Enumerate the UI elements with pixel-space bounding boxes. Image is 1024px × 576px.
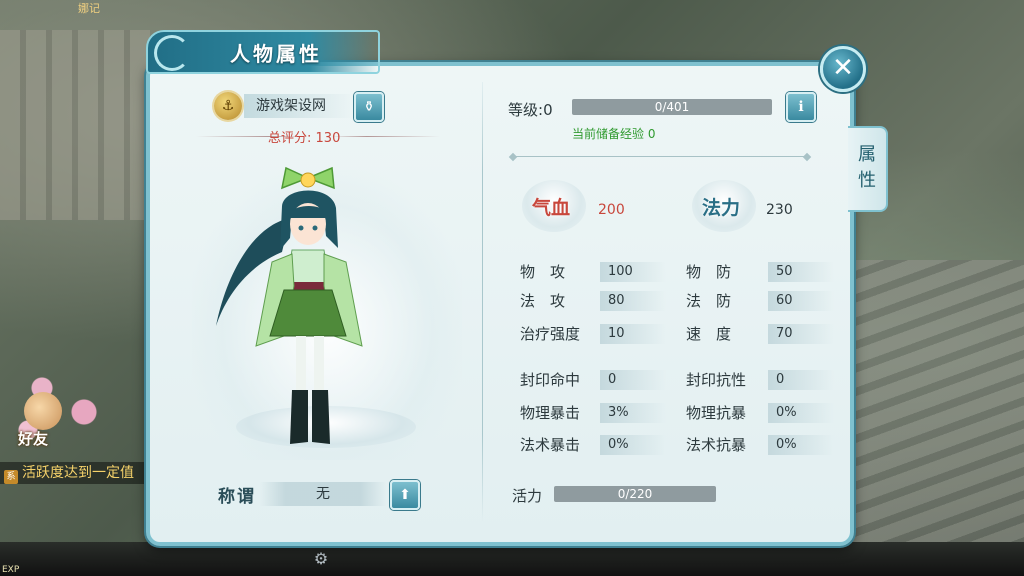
section-divider [508,152,812,162]
panel-title-banner: 人物属性 [146,30,380,74]
tab-attributes-label: 属性 [858,144,876,191]
stat-value: 3% [600,403,666,423]
stat-value: 0% [768,403,834,423]
friends-avatar-icon [24,392,62,430]
total-score: 总评分: 130 [268,127,340,146]
level-label-text: 等级: [508,101,544,119]
stat-value: 0 [768,370,834,390]
friends-button[interactable]: 好友 [6,392,76,456]
stored-exp-value: 0 [647,127,656,141]
chat-notice-text: 活跃度达到一定值 [22,465,134,481]
mp-label: 法力 [702,197,741,219]
stat-label: 法术抗暴 [686,436,747,454]
friends-label: 好友 [18,430,49,448]
stat-label: 物理暴击 [520,404,581,422]
vase-icon: ⚱ [363,99,375,115]
exp-label: EXP [2,565,20,575]
stat-label: 法 防 [686,292,732,310]
stat-value: 50 [768,262,834,282]
character-portrait [216,166,363,444]
stat-value: 10 [600,324,666,344]
stat-value: 0 [600,370,666,390]
bottom-bar: EXP ⚙ [0,542,1024,576]
stat-value: 0% [600,435,666,455]
stat-value: 100 [600,262,666,282]
stat-label: 法术暴击 [520,436,581,454]
stat-label: 物理抗暴 [686,404,747,422]
arrow-up-icon: ⬆ [399,487,411,503]
stat-value: 70 [768,324,834,344]
settings-gear-icon[interactable]: ⚙ [312,550,330,568]
stat-label: 法 攻 [520,292,566,310]
title-value: 无 [260,482,386,506]
level-label: 等级:0 [508,99,553,120]
system-tag-icon: 系 [4,470,18,484]
stat-label: 封印抗性 [686,371,747,389]
stat-value: 80 [600,291,666,311]
info-icon: ℹ [798,99,804,115]
stat-value: 60 [768,291,834,311]
stat-label: 物 攻 [520,263,566,281]
close-icon: ✕ [832,53,854,83]
stat-label: 治疗强度 [520,325,581,343]
sect-emblem-icon: ⚓ [214,92,242,120]
mp-value: 230 [766,202,793,218]
vitality-bar: 0/220 [554,486,716,502]
level-value: 0 [543,101,553,119]
tab-attributes[interactable]: 属性 [848,126,888,212]
stored-exp: 当前储备经验 0 [572,125,655,142]
change-title-button[interactable]: ⬆ [390,480,420,510]
title-label: 称谓 [218,487,256,507]
close-button[interactable]: ✕ [820,46,866,92]
total-score-label: 总评分: [268,131,312,146]
scene-tower [0,30,150,220]
vitality-label: 活力 [512,487,543,505]
panel-title: 人物属性 [230,42,322,66]
divider-diamond-right [802,152,812,162]
change-appearance-button[interactable]: ⚱ [354,92,384,122]
chat-notice[interactable]: 系活跃度达到一定值 [0,462,150,484]
stat-label: 速 度 [686,325,732,343]
stored-exp-label: 当前储备经验 [572,127,645,141]
exp-progress-bar: 0/401 [572,99,772,115]
cloud-swirl-icon [154,35,190,71]
divider-line [516,156,804,157]
hud-top-label: 娜记 [78,2,100,15]
stat-label: 物 防 [686,263,732,281]
stat-value: 0% [768,435,834,455]
hp-label: 气血 [532,197,571,219]
level-info-button[interactable]: ℹ [786,92,816,122]
scene-stairs [844,260,1024,560]
divider-diamond-left [508,152,518,162]
column-divider [482,82,483,522]
vitality-text: 0/220 [617,487,653,501]
total-score-value: 130 [315,131,341,146]
character-name: 游戏架设网 [244,94,350,118]
stat-label: 封印命中 [520,371,581,389]
exp-progress-text: 0/401 [654,100,690,114]
hp-value: 200 [598,202,625,218]
